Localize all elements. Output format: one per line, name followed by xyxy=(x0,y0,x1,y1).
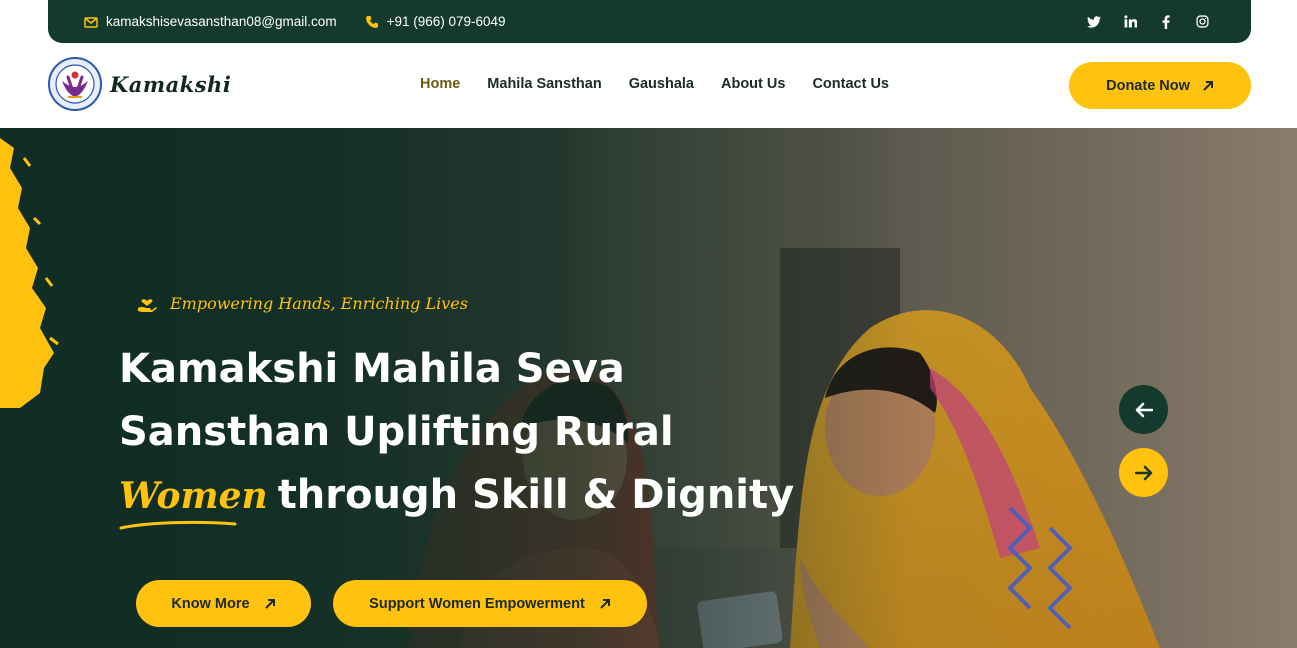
highlight-text: Women xyxy=(119,475,268,517)
headline-highlight-word: Women xyxy=(119,465,268,530)
slider-prev-button[interactable] xyxy=(1119,385,1168,434)
arrow-right-icon xyxy=(1134,465,1152,480)
support-label: Support Women Empowerment xyxy=(369,595,585,612)
brand-name: Kamakshi xyxy=(110,71,232,97)
slider-next-button[interactable] xyxy=(1119,448,1168,497)
phone-text: +91 (966) 079-6049 xyxy=(386,14,506,29)
envelope-icon xyxy=(84,15,98,29)
facebook-icon[interactable] xyxy=(1159,14,1173,29)
know-more-label: Know More xyxy=(171,595,250,612)
phone-icon xyxy=(365,15,379,29)
arrow-up-right-icon xyxy=(264,598,276,610)
nav-item-home[interactable]: Home xyxy=(420,76,460,92)
hero-slider: Empowering Hands, Enriching Lives Kamaks… xyxy=(0,128,1297,648)
nav-item-mahila-sansthan[interactable]: Mahila Sansthan xyxy=(487,76,601,92)
nav-item-about-us[interactable]: About Us xyxy=(721,76,785,92)
nav-item-gaushala[interactable]: Gaushala xyxy=(629,76,694,92)
highlight-underline-swash xyxy=(119,520,237,530)
donate-label: Donate Now xyxy=(1106,77,1190,94)
tagline-text: Empowering Hands, Enriching Lives xyxy=(170,293,468,313)
instagram-icon[interactable] xyxy=(1195,15,1209,29)
phone-contact[interactable]: +91 (966) 079-6049 xyxy=(365,14,506,29)
arrow-up-right-icon xyxy=(1202,80,1214,92)
main-navbar: Kamakshi Home Mahila Sansthan Gaushala A… xyxy=(0,43,1297,128)
hero-headline: Kamakshi Mahila Seva Sansthan Uplifting … xyxy=(119,338,819,530)
hero-tagline: Empowering Hands, Enriching Lives xyxy=(136,292,468,314)
email-contact[interactable]: kamakshisevasansthan08@gmail.com xyxy=(84,14,337,29)
arrow-left-icon xyxy=(1135,402,1153,417)
donate-now-button[interactable]: Donate Now xyxy=(1069,62,1251,109)
nav-item-contact-us[interactable]: Contact Us xyxy=(812,76,889,92)
primary-menu: Home Mahila Sansthan Gaushala About Us C… xyxy=(420,76,889,92)
hand-heart-icon xyxy=(136,292,158,314)
know-more-button[interactable]: Know More xyxy=(136,580,311,627)
twitter-icon[interactable] xyxy=(1087,15,1101,29)
linkedin-icon[interactable] xyxy=(1123,15,1137,29)
support-women-empowerment-button[interactable]: Support Women Empowerment xyxy=(333,580,647,627)
arrow-up-right-icon xyxy=(599,598,611,610)
site-logo[interactable]: Kamakshi xyxy=(48,57,231,111)
headline-line-3: through Skill & Dignity xyxy=(277,472,795,518)
email-text: kamakshisevasansthan08@gmail.com xyxy=(106,14,337,29)
top-contact-bar: kamakshisevasansthan08@gmail.com +91 (96… xyxy=(48,0,1251,43)
social-links xyxy=(1087,14,1215,29)
headline-line-1: Kamakshi Mahila Seva xyxy=(119,346,625,392)
yellow-brush-stroke-decoration xyxy=(0,138,59,408)
headline-line-2: Sansthan Uplifting Rural xyxy=(119,409,674,455)
logo-emblem-icon xyxy=(48,57,102,111)
